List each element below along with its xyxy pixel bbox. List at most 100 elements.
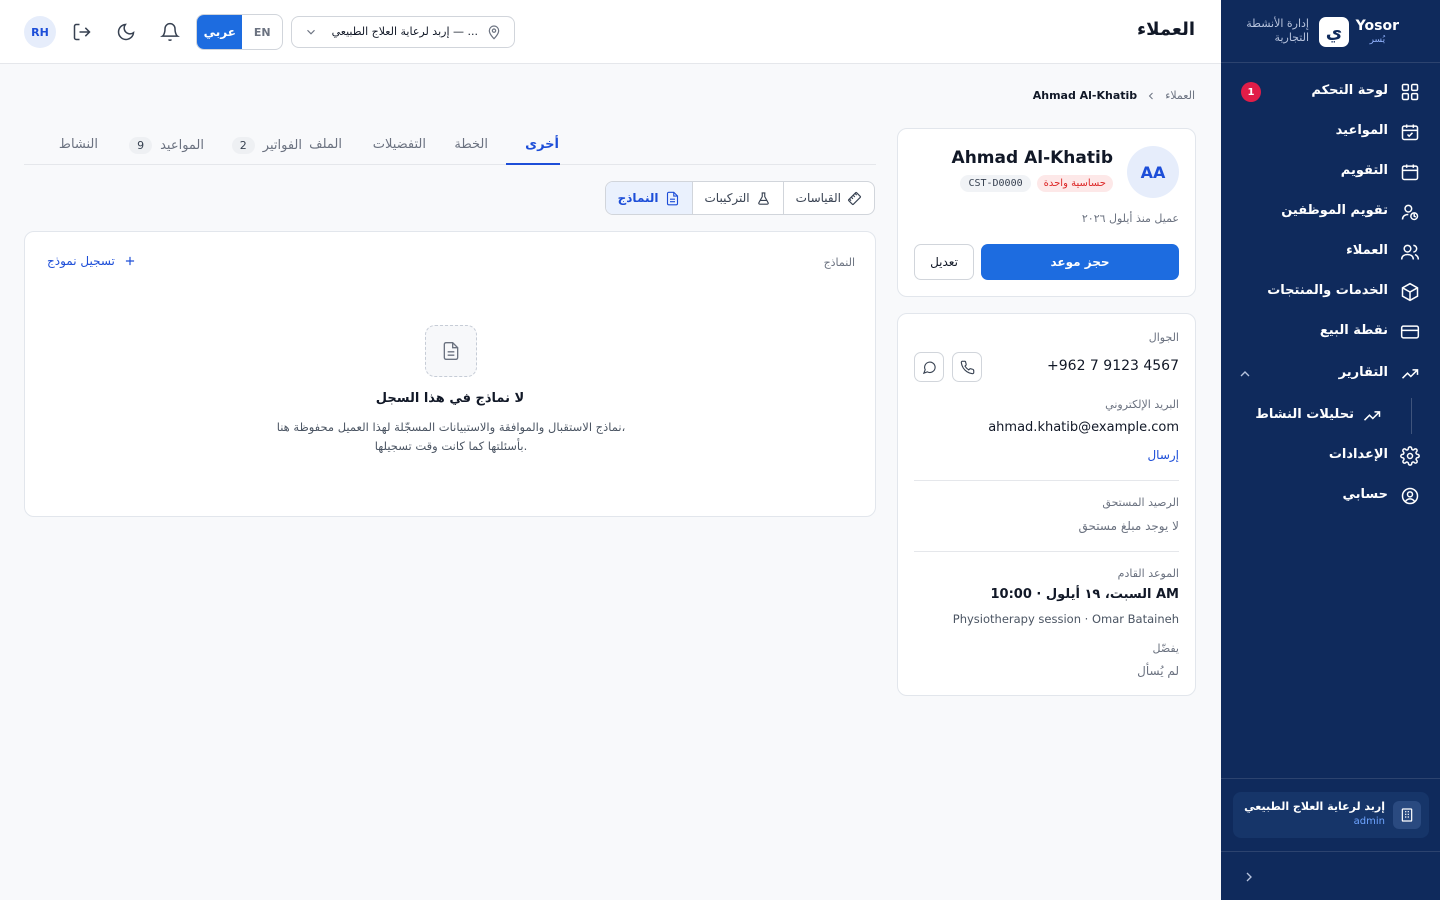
sidebar-header: ي Yosor يُسر إدارة الأنشطة التجارية <box>1221 0 1440 63</box>
app-logo[interactable]: ي <box>1319 17 1349 47</box>
sidebar-footer <box>1221 851 1440 900</box>
users-icon <box>1400 244 1420 260</box>
org-role: admin <box>1353 816 1385 827</box>
gear-icon <box>1400 446 1420 466</box>
divider <box>914 480 1179 481</box>
sidebar-item-services[interactable]: الخدمات والمنتجات <box>1221 272 1440 312</box>
empty-document-icon <box>425 325 477 377</box>
book-appointment-button[interactable]: حجز موعد <box>981 244 1179 280</box>
subtab-label: القياسات <box>795 191 841 205</box>
logo-glyph: ي <box>1325 21 1343 43</box>
breadcrumb-root[interactable]: العملاء <box>1165 89 1195 102</box>
allergy-badge: حساسية واحدة <box>1036 175 1113 192</box>
chevron-left-icon <box>1148 92 1154 99</box>
empty-desc-line: بأسئلتها كما كانت وقت تسجيلها. <box>374 439 528 453</box>
sidebar: ي Yosor يُسر إدارة الأنشطة التجارية لوحة… <box>1221 0 1440 900</box>
user-avatar[interactable]: RH <box>24 16 56 48</box>
sidebar-item-label: نقطة البيع <box>1319 323 1388 338</box>
trending-up-icon <box>1363 411 1381 421</box>
sidebar-item-reports[interactable]: التقارير <box>1221 354 1440 394</box>
edit-button[interactable]: تعديل <box>914 244 974 280</box>
bell-icon[interactable] <box>160 22 180 42</box>
calendar-check-icon <box>1401 124 1419 141</box>
tab-plan[interactable]: الخطة <box>454 137 488 152</box>
brand-sub: يُسر <box>1369 35 1386 45</box>
empty-state-description: نماذج الاستقبال والموافقة والاستبيانات ا… <box>251 418 651 456</box>
sidebar-item-label: حسابي <box>1342 487 1388 502</box>
subtab-label: النماذج <box>617 191 659 205</box>
staff-calendar-icon <box>1401 204 1419 221</box>
location-select[interactable]: إربد لرعاية العلاج الطبيعي — ... <box>291 16 515 48</box>
trending-up-icon <box>1401 369 1419 379</box>
subtab-measurements[interactable]: القياسات <box>782 182 874 214</box>
topbar: العملاء RH EN عربي إربد لرعاية العلاج ال… <box>0 0 1221 64</box>
flask-icon <box>757 191 769 205</box>
sidebar-item-pos[interactable]: نقطة البيع <box>1221 312 1440 352</box>
sub-tabs: القياسات التركيبات النماذج <box>604 181 875 215</box>
sidebar-item-label: التقارير <box>1338 365 1388 380</box>
empty-desc-line: نماذج الاستقبال والموافقة والاستبيانات ا… <box>276 420 626 434</box>
subtab-forms[interactable]: النماذج <box>605 182 692 214</box>
sidebar-item-label: لوحة التحكم <box>1311 83 1388 98</box>
tab-label: الملف <box>309 137 342 152</box>
tab-preferences[interactable]: التفضيلات <box>373 137 426 152</box>
tab-appointments[interactable]: 9 المواعيد <box>129 137 204 154</box>
sidebar-item-calendar[interactable]: التقويم <box>1221 152 1440 192</box>
record-form-button[interactable]: تسجيل نموذج <box>47 254 137 268</box>
customer-name: Ahmad Al-Khatib <box>951 148 1113 168</box>
mobile-value: +962 7 9123 4567 <box>1047 358 1179 374</box>
tab-label: النشاط <box>58 137 98 152</box>
sidebar-item-label: التقويم <box>1340 163 1388 178</box>
notification-badge: 1 <box>1241 82 1261 102</box>
lang-ar-button[interactable]: عربي <box>197 15 243 49</box>
send-email-link[interactable]: إرسال <box>1147 448 1179 462</box>
sidebar-item-label: تحليلات النشاط <box>1255 407 1354 422</box>
sidebar-item-dashboard[interactable]: لوحة التحكم 1 <box>1221 72 1440 112</box>
message-button[interactable] <box>914 352 944 382</box>
tab-file[interactable]: الملف <box>309 137 342 152</box>
sidebar-item-settings[interactable]: الإعدادات <box>1221 436 1440 476</box>
record-form-label: تسجيل نموذج <box>47 254 115 268</box>
calendar-icon <box>1401 164 1419 181</box>
customer-tags: حساسية واحدة CST-D0000 <box>960 175 1113 192</box>
customer-info-card: الجوال +962 7 9123 4567 البريد الإلكترون… <box>897 313 1196 696</box>
empty-state-title: لا نماذج في هذا السجل <box>375 391 525 406</box>
sidebar-item-account[interactable]: حسابي <box>1221 476 1440 516</box>
sidebar-item-label: العملاء <box>1346 243 1388 258</box>
tab-label: أخرى <box>525 137 559 152</box>
tab-activity[interactable]: النشاط <box>59 137 98 152</box>
subtab-formulas[interactable]: التركيبات <box>691 182 783 214</box>
sidebar-item-activity-analytics[interactable]: تحليلات النشاط <box>1221 397 1440 433</box>
mobile-label: الجوال <box>1148 331 1179 344</box>
tab-label: التفضيلات <box>372 137 426 152</box>
sidebar-item-customers[interactable]: العملاء <box>1221 232 1440 272</box>
language-switch: EN عربي <box>196 14 283 50</box>
call-button[interactable] <box>952 352 982 382</box>
moon-icon[interactable] <box>116 22 136 42</box>
sidebar-item-appointments[interactable]: المواعيد <box>1221 112 1440 152</box>
tab-invoices[interactable]: 2 الفواتير <box>231 137 302 154</box>
tab-label: الفواتير <box>262 138 302 153</box>
ruler-icon <box>847 191 862 205</box>
org-switcher[interactable]: إربد لرعاية العلاج الطبيعي admin <box>1233 792 1429 838</box>
credit-card-icon <box>1400 325 1420 339</box>
document-icon <box>666 191 678 205</box>
active-tab-indicator <box>506 163 560 165</box>
dashboard-icon <box>1401 83 1419 101</box>
tab-other[interactable]: أخرى <box>525 137 559 152</box>
next-appointment-date: السبت، ١٩ أيلول · 10:00 AM <box>990 587 1180 602</box>
map-pin-icon <box>488 25 500 40</box>
plus-icon <box>125 256 134 266</box>
next-appointment-detail: Physiotherapy session · Omar Bataineh <box>952 612 1179 626</box>
forms-title: النماذج <box>823 256 855 269</box>
page-title: العملاء <box>1136 19 1195 40</box>
sidebar-item-label: المواعيد <box>1335 123 1388 138</box>
chevron-right-icon[interactable] <box>1241 869 1257 885</box>
chevron-up-icon[interactable] <box>1237 366 1253 382</box>
logout-icon[interactable] <box>72 22 92 42</box>
sidebar-item-staff-calendar[interactable]: تقويم الموظفين <box>1221 192 1440 232</box>
location-value: إربد لرعاية العلاج الطبيعي — ... <box>331 25 478 38</box>
next-appointment-label: الموعد القادم <box>1117 567 1179 580</box>
lang-en-button[interactable]: EN <box>242 15 282 49</box>
customer-id-badge: CST-D0000 <box>960 175 1031 192</box>
